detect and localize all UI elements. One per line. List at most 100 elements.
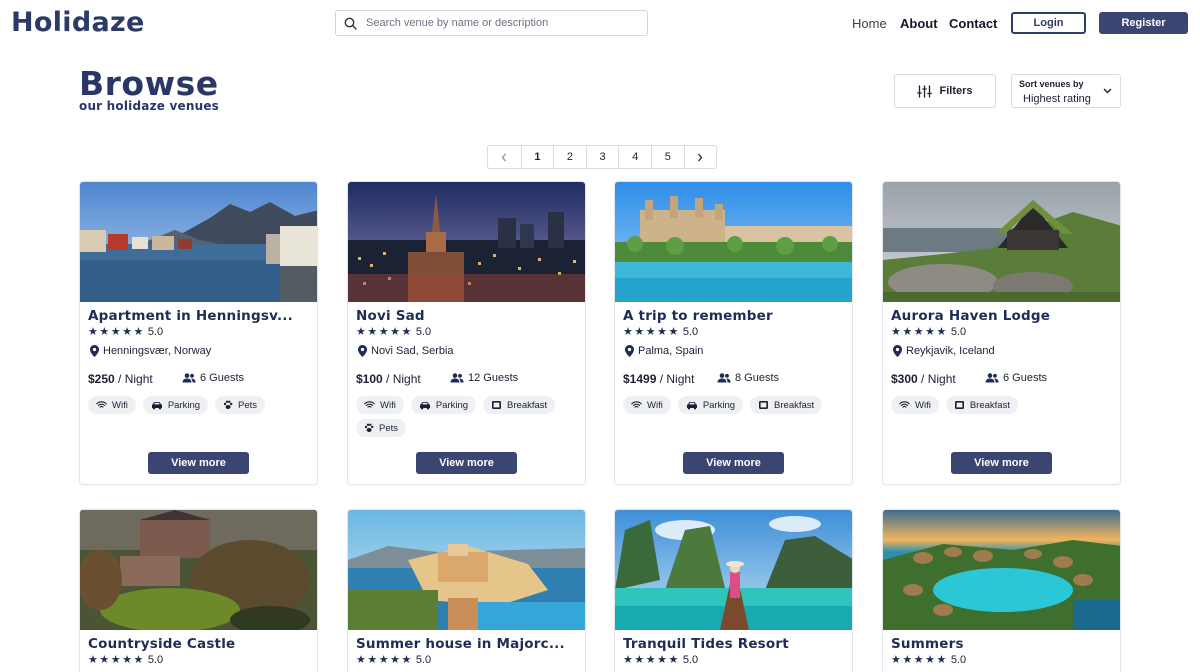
venue-rating: ★★★★★ 5.0	[356, 653, 432, 667]
amenity-chip-wifi: Wifi	[623, 396, 671, 414]
pagination-page-1[interactable]: 1	[520, 146, 554, 168]
venue-image[interactable]	[883, 182, 1120, 302]
venue-card: Aurora Haven Lodge ★★★★★ 5.0 Reykjavik, I…	[882, 181, 1121, 485]
venue-rating: ★★★★★ 5.0	[88, 653, 163, 667]
wifi-icon	[899, 401, 910, 408]
venue-price: $300 / Night	[891, 372, 956, 386]
pagination-prev[interactable]	[488, 146, 521, 168]
location-text: Palma, Spain	[638, 345, 704, 357]
venue-image[interactable]	[883, 510, 1120, 630]
amenities-list: Wifi Parking Breakfast	[623, 396, 848, 414]
venue-card: Summers ★★★★★ 5.0	[882, 509, 1121, 672]
view-more-button[interactable]: View more	[148, 452, 249, 474]
amenity-label: Parking	[702, 399, 736, 411]
location-pin-icon	[90, 345, 99, 357]
price-value: $250	[88, 372, 115, 386]
login-button[interactable]: Login	[1011, 12, 1086, 34]
sliders-icon	[917, 84, 933, 98]
users-icon	[182, 373, 196, 383]
chevron-right-icon	[698, 153, 703, 161]
venue-name[interactable]: A trip to remember	[623, 308, 773, 324]
amenity-label: Breakfast	[774, 399, 815, 411]
chevron-left-icon	[501, 153, 507, 161]
register-button[interactable]: Register	[1099, 12, 1188, 34]
venue-image[interactable]	[615, 510, 852, 630]
venue-image[interactable]	[348, 510, 585, 630]
venue-price: $1499 / Night	[623, 372, 694, 386]
venue-name[interactable]: Summer house in Majorc...	[356, 636, 565, 652]
location-text: Henningsvær, Norway	[103, 345, 212, 357]
venue-location: Reykjavik, Iceland	[893, 345, 995, 357]
amenity-chip-parking: Parking	[410, 396, 477, 414]
venue-image[interactable]	[80, 510, 317, 630]
venue-image[interactable]	[615, 182, 852, 302]
star-icon: ★★★★★	[623, 654, 680, 666]
rating-value: 5.0	[147, 325, 164, 338]
venue-name[interactable]: Novi Sad	[356, 308, 425, 324]
guests-text: 8 Guests	[735, 372, 780, 384]
amenity-label: Wifi	[647, 399, 663, 411]
price-value: $300	[891, 372, 918, 386]
star-icon: ★★★★★	[88, 654, 145, 666]
venue-rating: ★★★★★ 5.0	[623, 653, 699, 667]
search-bar[interactable]	[335, 10, 648, 36]
sort-select[interactable]: Sort venues by Highest rating	[1011, 74, 1121, 108]
guests-text: 6 Guests	[1003, 372, 1048, 384]
venue-image[interactable]	[348, 182, 585, 302]
venue-card: Novi Sad ★★★★★ 5.0 Novi Sad, Serbia $100 …	[347, 181, 586, 485]
venue-guests: 6 Guests	[182, 372, 244, 384]
price-unit: / Night	[386, 372, 421, 386]
venue-price: $100 / Night	[356, 372, 421, 386]
location-pin-icon	[893, 345, 902, 357]
amenity-chip-parking: Parking	[142, 396, 209, 414]
venue-guests: 6 Guests	[985, 372, 1047, 384]
amenity-label: Breakfast	[507, 399, 548, 411]
venue-name[interactable]: Tranquil Tides Resort	[623, 636, 789, 652]
venue-rating: ★★★★★ 5.0	[891, 653, 966, 667]
venue-rating: ★★★★★ 5.0	[356, 325, 431, 339]
price-value: $1499	[623, 372, 657, 386]
view-more-button[interactable]: View more	[951, 452, 1052, 474]
venue-price: $250 / Night	[88, 372, 153, 386]
search-icon	[344, 17, 357, 30]
rating-value: 5.0	[682, 653, 699, 666]
venue-name[interactable]: Countryside Castle	[88, 636, 235, 652]
venue-card: Apartment in Henningsv... ★★★★★ 5.0 Henni…	[79, 181, 318, 485]
venue-image[interactable]	[80, 182, 317, 302]
price-value: $100	[356, 372, 383, 386]
venue-name[interactable]: Summers	[891, 636, 964, 652]
pagination: 1 2 3 4 5	[487, 145, 718, 169]
view-more-button[interactable]: View more	[416, 452, 517, 474]
pagination-page-5[interactable]: 5	[650, 146, 684, 168]
guests-text: 6 Guests	[200, 372, 245, 384]
guests-text: 12 Guests	[468, 372, 519, 384]
venue-card: Summer house in Majorc... ★★★★★ 5.0	[347, 509, 586, 672]
star-icon: ★★★★★	[356, 654, 413, 666]
venue-name[interactable]: Aurora Haven Lodge	[891, 308, 1050, 324]
pagination-page-3[interactable]: 3	[585, 146, 619, 168]
venue-card: Countryside Castle ★★★★★ 5.0	[79, 509, 318, 672]
view-more-button[interactable]: View more	[683, 452, 784, 474]
wifi-icon	[96, 401, 107, 408]
star-icon: ★★★★★	[356, 326, 413, 338]
nav-home-link[interactable]: Home	[852, 16, 887, 31]
filters-button[interactable]: Filters	[894, 74, 996, 108]
venue-location: Henningsvær, Norway	[90, 345, 211, 357]
car-icon	[151, 401, 162, 409]
amenity-chip-wifi: Wifi	[356, 396, 404, 414]
search-input[interactable]	[366, 17, 647, 29]
amenity-label: Breakfast	[969, 399, 1010, 411]
venue-name[interactable]: Apartment in Henningsv...	[88, 308, 293, 324]
amenity-label: Pets	[238, 399, 258, 411]
amenity-chip-wifi: Wifi	[88, 396, 136, 414]
pagination-page-4[interactable]: 4	[618, 146, 651, 168]
nav-contact-link[interactable]: Contact	[949, 16, 997, 31]
pagination-page-2[interactable]: 2	[553, 146, 586, 168]
rating-value: 5.0	[415, 653, 432, 666]
paw-icon	[223, 400, 233, 409]
amenity-chip-breakfast: Breakfast	[945, 396, 1018, 414]
pagination-next[interactable]	[683, 146, 717, 168]
rating-value: 5.0	[682, 325, 699, 338]
nav-about-link[interactable]: About	[900, 16, 938, 31]
logo[interactable]: Holidaze	[11, 7, 145, 38]
